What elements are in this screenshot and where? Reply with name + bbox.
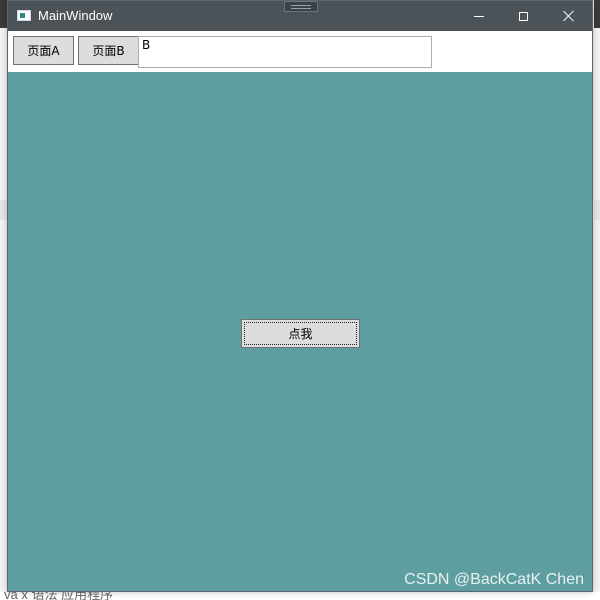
page-b-button[interactable]: 页面B bbox=[78, 36, 139, 65]
app-window-icon bbox=[17, 10, 31, 21]
minimize-icon bbox=[474, 15, 484, 17]
minimize-button[interactable] bbox=[456, 1, 502, 31]
background-app-strip-bottom: va x 语法 应用程序 bbox=[0, 592, 600, 600]
close-icon bbox=[563, 10, 575, 22]
toolbar: 页面A 页面B B bbox=[8, 31, 592, 72]
click-me-button[interactable]: 点我 bbox=[241, 319, 360, 348]
drag-grip-icon[interactable] bbox=[284, 1, 318, 12]
watermark-text: CSDN @BackCatK Chen bbox=[404, 571, 584, 588]
page-a-button[interactable]: 页面A bbox=[13, 36, 74, 65]
title-bar[interactable]: MainWindow bbox=[8, 1, 592, 31]
page-name-textbox[interactable]: B bbox=[138, 36, 432, 68]
maximize-icon bbox=[518, 11, 528, 21]
background-dark-bar bbox=[594, 0, 600, 28]
background-band bbox=[594, 200, 600, 220]
background-app-strip-right bbox=[594, 0, 600, 600]
content-area: 点我 CSDN @BackCatK Chen bbox=[8, 72, 592, 591]
maximize-button[interactable] bbox=[500, 1, 546, 31]
window-title: MainWindow bbox=[38, 8, 113, 23]
main-window: MainWindow 页面A 页面B B 点我 CSDN @BackCatK C… bbox=[7, 0, 593, 592]
close-button[interactable] bbox=[546, 1, 592, 31]
background-text-fragment: va x 语法 应用程序 bbox=[4, 592, 114, 600]
